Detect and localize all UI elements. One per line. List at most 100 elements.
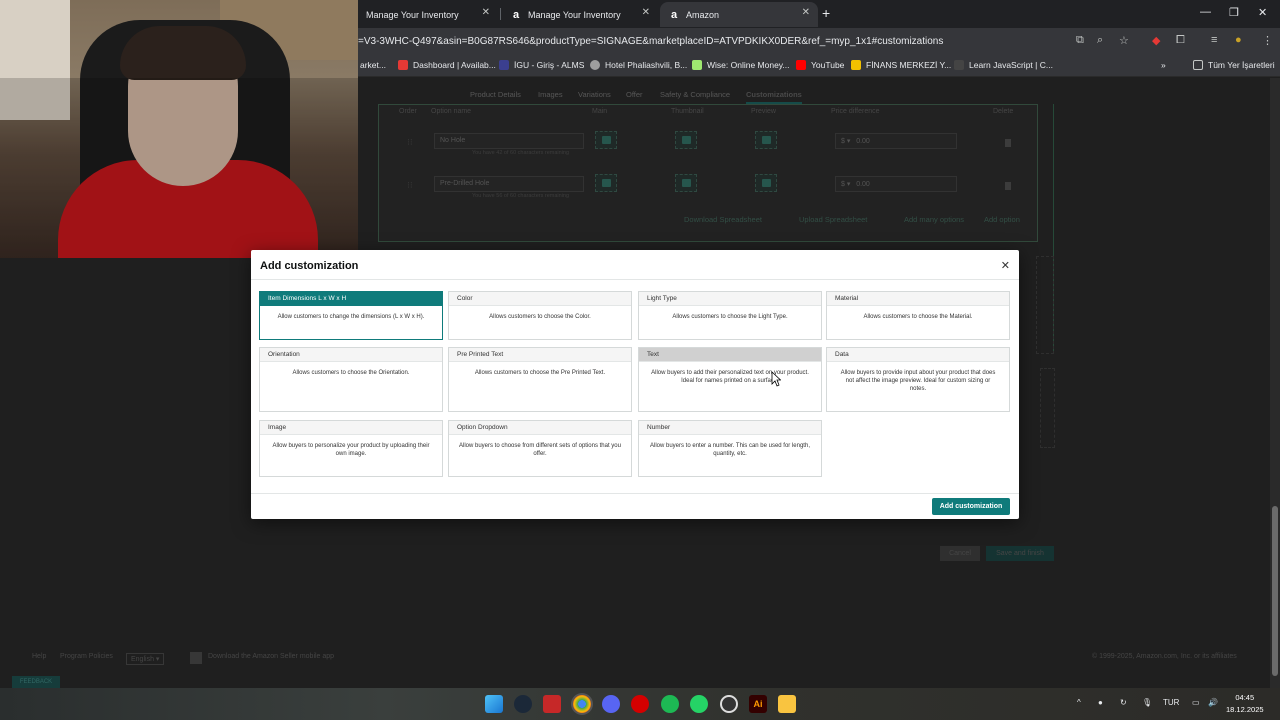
bookmark-label: Tüm Yer İşaretleri (1208, 60, 1275, 70)
bookmark-item[interactable]: Wise: Online Money... (692, 60, 790, 70)
minimize-icon[interactable]: — (1200, 6, 1211, 18)
steam-icon[interactable] (514, 695, 532, 713)
scroll-thumb[interactable] (1272, 506, 1278, 676)
card-image[interactable]: Image Allow buyers to personalize your p… (259, 420, 443, 477)
close-icon[interactable]: ✕ (482, 7, 490, 18)
bookmark-item[interactable]: arket... (360, 60, 386, 70)
close-icon[interactable]: ✕ (802, 7, 810, 18)
card-color[interactable]: Color Allows customers to choose the Col… (448, 291, 632, 340)
card-title: Data (827, 348, 1009, 362)
card-description: Allows customers to choose the Pre Print… (474, 370, 606, 376)
modal-title: Add customization (260, 260, 359, 272)
add-customization-modal: Add customization ✕ Item Dimensions L x … (251, 250, 1019, 519)
app-icon[interactable] (543, 695, 561, 713)
card-light-type[interactable]: Light Type Allows customers to choose th… (638, 291, 822, 340)
browser-tab[interactable]: Manage Your Inventory ✕ (358, 2, 498, 27)
microphone-icon[interactable]: 🎙 (1142, 698, 1152, 707)
obs-icon[interactable] (720, 695, 738, 713)
bookmark-item[interactable]: Hotel Phaliashvili, B... (590, 60, 687, 70)
address-bar[interactable]: =V3-3WHC-Q497&asin=B0G87RS646&productTyp… (358, 30, 1088, 54)
bookmark-item[interactable]: İGU - Giriş - ALMS (499, 60, 584, 70)
browser-tab-active[interactable]: a Amazon ✕ (660, 2, 818, 27)
bookmark-favicon-icon (692, 60, 702, 70)
card-option-dropdown[interactable]: Option Dropdown Allow buyers to choose f… (448, 420, 632, 477)
card-description: Allows customers to choose the Light Typ… (672, 314, 788, 320)
bookmark-label: YouTube (811, 60, 845, 70)
zoom-icon[interactable]: ⌕ (1097, 34, 1103, 47)
file-explorer-icon[interactable] (778, 695, 796, 713)
chrome-icon[interactable] (573, 695, 591, 713)
volume-icon[interactable]: 🔊 (1208, 698, 1218, 707)
windows-taskbar: Ai ^ ● ↻ 🎙 TUR ▭ 🔊 04:45 18.12.2025 (0, 688, 1280, 720)
bookmark-item[interactable]: YouTube (796, 60, 844, 70)
bookmark-label: Dashboard | Availab... (413, 60, 496, 70)
card-number[interactable]: Number Allow buyers to enter a number. T… (638, 420, 822, 477)
display-icon[interactable]: ▭ (1192, 698, 1200, 707)
card-description: Allow buyers to personalize your product… (272, 443, 430, 458)
youtube-icon (796, 60, 806, 70)
bookmark-item[interactable]: Learn JavaScript | C... (954, 60, 1053, 70)
whatsapp-icon[interactable] (690, 695, 708, 713)
bookmark-label: Learn JavaScript | C... (969, 60, 1053, 70)
bookmark-favicon-icon (398, 60, 408, 70)
bookmark-item[interactable]: Dashboard | Availab... (398, 60, 496, 70)
translate-icon[interactable]: ⧉ (1076, 34, 1084, 47)
illustrator-icon[interactable]: Ai (749, 695, 767, 713)
extension-icon[interactable]: ◆ (1152, 34, 1160, 47)
profile-avatar-icon[interactable]: ● (1235, 34, 1242, 46)
card-title: Light Type (639, 292, 821, 306)
divider (251, 493, 1019, 494)
opera-icon[interactable] (631, 695, 649, 713)
bookmark-star-icon[interactable]: ☆ (1119, 34, 1129, 47)
card-title: Orientation (260, 348, 442, 362)
bookmark-favicon-icon (499, 60, 509, 70)
all-bookmarks-folder[interactable]: Tüm Yer İşaretleri (1193, 60, 1275, 70)
bookmark-label: İGU - Giriş - ALMS (514, 60, 585, 70)
tab-title: Manage Your Inventory (528, 9, 621, 20)
card-title: Text (639, 348, 821, 362)
card-material[interactable]: Material Allows customers to choose the … (826, 291, 1010, 340)
card-title: Option Dropdown (449, 421, 631, 435)
close-window-icon[interactable]: ✕ (1258, 6, 1267, 19)
card-orientation[interactable]: Orientation Allows customers to choose t… (259, 347, 443, 412)
tray-sync-icon[interactable]: ↻ (1120, 698, 1127, 707)
divider (251, 279, 1019, 280)
add-customization-button[interactable]: Add customization (932, 498, 1010, 515)
bookmark-favicon-icon (954, 60, 964, 70)
bookmark-favicon-icon (851, 60, 861, 70)
extensions-puzzle-icon[interactable]: ⧠ (1176, 34, 1185, 47)
close-icon[interactable]: ✕ (1001, 259, 1010, 272)
close-icon[interactable]: ✕ (642, 7, 650, 18)
page-scrollbar[interactable] (1270, 78, 1280, 688)
card-title: Pre Printed Text (449, 348, 631, 362)
discord-icon[interactable] (602, 695, 620, 713)
card-description: Allows customers to choose the Color. (489, 314, 591, 320)
card-description: Allow buyers to add their personalized t… (651, 370, 809, 385)
card-description: Allows customers to choose the Orientati… (292, 370, 410, 376)
input-language[interactable]: TUR (1163, 698, 1179, 707)
bookmark-item[interactable]: FİNANS MERKEZİ Y... (851, 60, 951, 70)
tray-app-icon[interactable]: ● (1098, 698, 1103, 707)
menu-kebab-icon[interactable]: ⋮ (1262, 34, 1273, 47)
card-description: Allow buyers to choose from different se… (459, 443, 621, 458)
card-description: Allow buyers to provide input about your… (840, 370, 996, 393)
card-item-dimensions[interactable]: Item Dimensions L x W x H Allow customer… (259, 291, 443, 340)
card-text[interactable]: Text Allow buyers to add their personali… (638, 347, 822, 412)
system-clock[interactable]: 04:45 18.12.2025 (1226, 692, 1264, 716)
amazon-favicon-icon: a (670, 8, 678, 21)
card-pre-printed-text[interactable]: Pre Printed Text Allows customers to cho… (448, 347, 632, 412)
bookmark-label: Hotel Phaliashvili, B... (605, 60, 688, 70)
card-description: Allow buyers to enter a number. This can… (650, 443, 810, 458)
amazon-favicon-icon: a (512, 8, 520, 21)
card-description: Allow customers to change the dimensions… (277, 314, 425, 320)
card-title: Item Dimensions L x W x H (260, 292, 442, 306)
bookmarks-overflow-icon[interactable]: » (1161, 60, 1166, 70)
tray-overflow-icon[interactable]: ^ (1077, 698, 1081, 707)
card-data[interactable]: Data Allow buyers to provide input about… (826, 347, 1010, 412)
restore-icon[interactable]: ❐ (1229, 6, 1239, 19)
media-icon[interactable]: ≡ (1211, 34, 1217, 46)
browser-tab[interactable]: a Manage Your Inventory ✕ (502, 2, 658, 27)
spotify-icon[interactable] (661, 695, 679, 713)
new-tab-icon[interactable]: + (822, 5, 830, 21)
windows-start-icon[interactable] (485, 695, 503, 713)
